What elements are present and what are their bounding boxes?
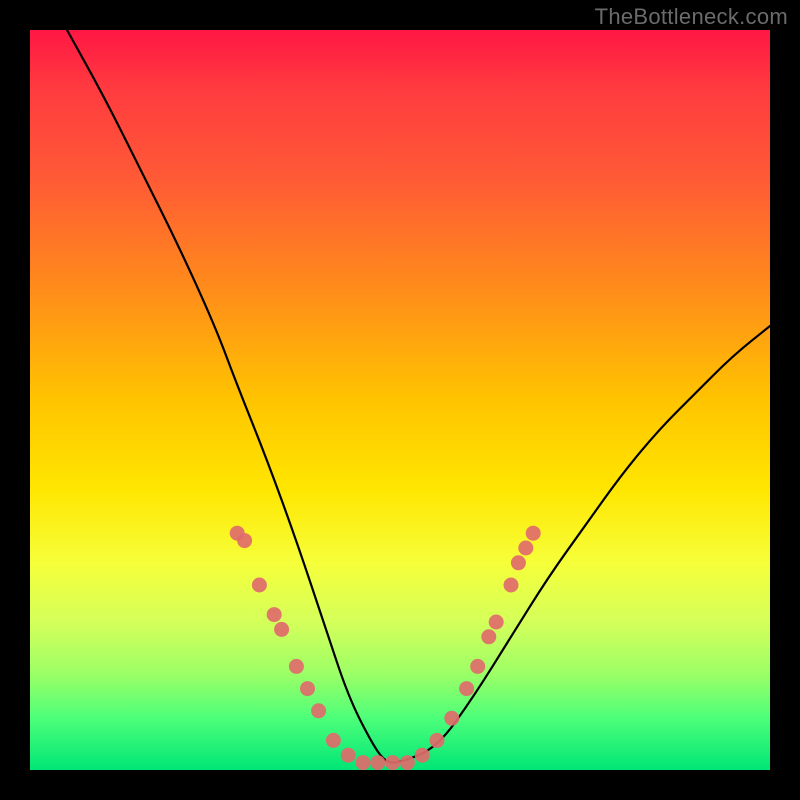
scatter-dot	[526, 526, 541, 541]
scatter-dot	[274, 622, 289, 637]
chart-svg	[30, 30, 770, 770]
bottleneck-curve	[67, 30, 770, 763]
scatter-dot	[444, 711, 459, 726]
scatter-dot	[289, 659, 304, 674]
scatter-dot	[370, 755, 385, 770]
scatter-dot	[267, 607, 282, 622]
scatter-dot	[518, 541, 533, 556]
scatter-dot	[300, 681, 315, 696]
scatter-dot	[326, 733, 341, 748]
bottleneck-curve-path	[67, 30, 770, 763]
scatter-dot	[385, 755, 400, 770]
scatter-dot	[489, 615, 504, 630]
scatter-dots	[230, 526, 541, 770]
plot-area	[30, 30, 770, 770]
scatter-dot	[400, 755, 415, 770]
scatter-dot	[311, 703, 326, 718]
chart-frame: TheBottleneck.com	[0, 0, 800, 800]
scatter-dot	[237, 533, 252, 548]
scatter-dot	[252, 578, 267, 593]
scatter-dot	[504, 578, 519, 593]
watermark-label: TheBottleneck.com	[595, 4, 788, 30]
scatter-dot	[459, 681, 474, 696]
scatter-dot	[511, 555, 526, 570]
scatter-dot	[356, 755, 371, 770]
scatter-dot	[415, 748, 430, 763]
scatter-dot	[481, 629, 496, 644]
scatter-dot	[470, 659, 485, 674]
scatter-dot	[430, 733, 445, 748]
scatter-dot	[341, 748, 356, 763]
